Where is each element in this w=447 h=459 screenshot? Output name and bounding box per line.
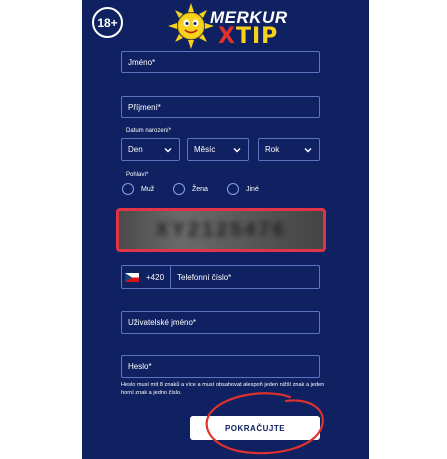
gender-radio-female[interactable]: Žena (173, 183, 208, 195)
gender-radio-male[interactable]: Muž (122, 183, 154, 195)
captcha-text: XY2125476 (155, 218, 287, 241)
first-name-placeholder: Jméno* (128, 57, 156, 67)
username-input[interactable]: Uživatelské jméno* (121, 311, 320, 334)
year-select[interactable]: Rok (258, 138, 320, 161)
radio-circle (173, 183, 185, 195)
continue-button-label: POKRAČUJTE (224, 423, 286, 433)
month-select[interactable]: Měsíc (187, 138, 249, 161)
radio-circle (227, 183, 239, 195)
day-select-value: Den (128, 145, 143, 154)
sun-mascot-icon (168, 3, 214, 49)
gender-option-label: Jiné (246, 185, 259, 193)
password-input[interactable]: Heslo* (121, 355, 320, 378)
chevron-down-icon (164, 147, 172, 152)
logo-tip-letters: TIP (235, 24, 279, 49)
continue-button[interactable]: POKRAČUJTE (190, 416, 320, 440)
gender-radio-other[interactable]: Jiné (227, 183, 259, 195)
first-name-input[interactable]: Jméno* (121, 51, 320, 73)
day-select[interactable]: Den (121, 138, 180, 161)
username-placeholder: Uživatelské jméno* (128, 318, 197, 327)
birthdate-label: Datum narození* (126, 128, 172, 134)
password-hint: Heslo musí mít 8 znaků a více a musí obs… (121, 382, 325, 396)
captcha-image: XY2125476 (116, 208, 326, 252)
age-restriction-badge: 18+ (92, 7, 123, 38)
password-placeholder: Heslo* (128, 362, 152, 371)
chevron-down-icon (233, 147, 241, 152)
logo-xtip-text: XTIP (218, 24, 278, 49)
gender-option-label: Žena (192, 185, 208, 193)
radio-circle (122, 183, 134, 195)
phone-input-group[interactable]: +420 Telefonní číslo* (121, 265, 320, 289)
logo-x-letter: X (218, 24, 236, 49)
last-name-placeholder: Příjmení* (128, 102, 161, 112)
phone-prefix: +420 (142, 266, 172, 288)
year-select-value: Rok (265, 145, 280, 154)
gender-option-label: Muž (141, 185, 155, 193)
country-selector[interactable] (122, 266, 142, 288)
month-select-value: Měsíc (194, 145, 216, 154)
chevron-down-icon (304, 147, 312, 152)
merkur-xtip-logo: MERKUR XTIP (168, 3, 287, 49)
czech-flag-icon (125, 272, 139, 282)
phone-number-placeholder: Telefonní číslo* (177, 272, 232, 282)
age-badge-text: 18+ (97, 15, 118, 30)
gender-label: Pohlaví* (126, 172, 149, 178)
last-name-input[interactable]: Příjmení* (121, 96, 320, 118)
